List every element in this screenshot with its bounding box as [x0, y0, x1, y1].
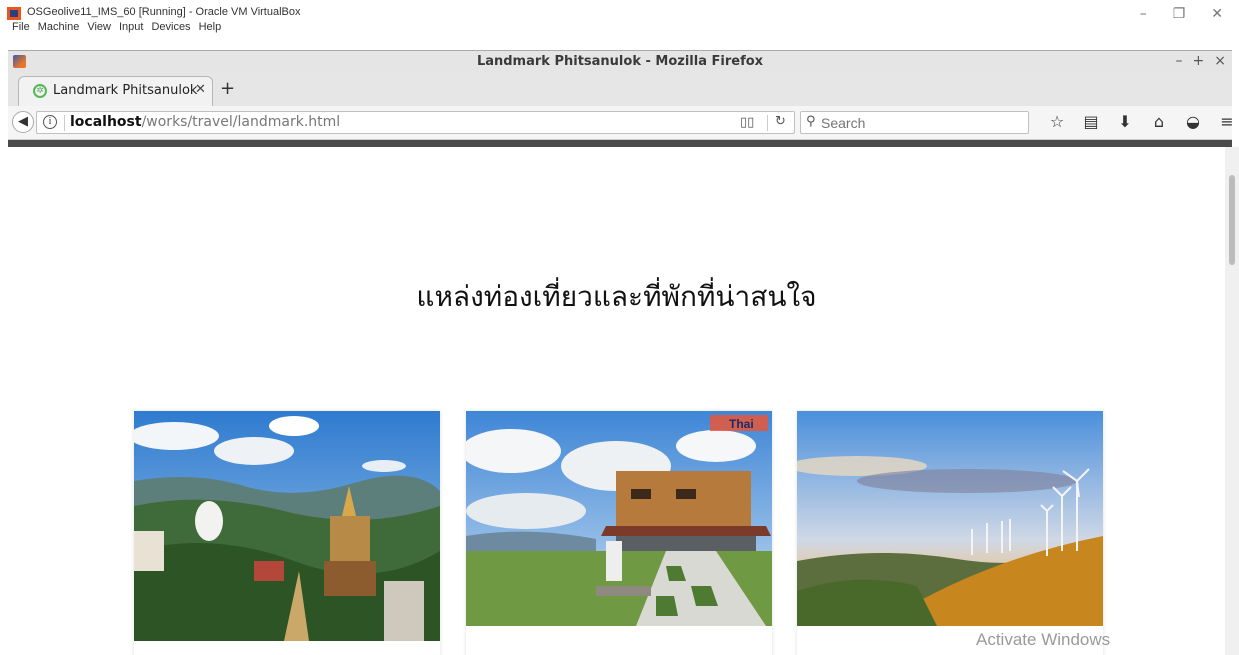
bookmark-star-icon[interactable]: ☆ [1040, 112, 1074, 131]
menu-view[interactable]: View [87, 21, 111, 33]
menu-devices[interactable]: Devices [151, 21, 190, 33]
search-icon: ⚲ [806, 114, 816, 129]
vbox-window-title: OSGeolive11_IMS_60 [Running] - Oracle VM… [27, 6, 301, 18]
landmark-card[interactable]: Thai [466, 411, 772, 655]
close-icon[interactable]: ✕ [1211, 6, 1223, 22]
page-viewport: แหล่งท่องเที่ยวและที่พักที่น่าสนใจ Thai [8, 147, 1225, 655]
menu-file[interactable]: File [12, 21, 30, 33]
mountain-cafe-photo: Thai [466, 411, 772, 626]
back-arrow-icon[interactable]: ◀ [12, 111, 34, 133]
url-path: /works/travel/landmark.html [141, 114, 341, 130]
minimize-icon[interactable]: – [1176, 53, 1183, 69]
firefox-titlebar: Landmark Phitsanulok - Mozilla Firefox –… [8, 50, 1232, 72]
scrollbar-thumb[interactable] [1229, 175, 1235, 265]
close-icon[interactable]: × [1214, 53, 1226, 69]
maximize-icon[interactable]: + [1193, 53, 1205, 69]
toolbar-icons: ☆ ▤ ⬇ ⌂ ◒ ≡ [1040, 112, 1239, 131]
menu-hamburger-icon[interactable]: ≡ [1210, 112, 1239, 131]
reader-view-icon[interactable]: ▯▯ [740, 115, 754, 130]
restore-icon[interactable]: ❐ [1173, 6, 1186, 22]
vbox-titlebar: OSGeolive11_IMS_60 [Running] - Oracle VM… [0, 0, 1239, 34]
landmark-card[interactable] [797, 411, 1103, 655]
page-scrollbar[interactable] [1225, 147, 1239, 655]
menu-machine[interactable]: Machine [38, 21, 80, 33]
wind-turbines-hill-photo [797, 411, 1103, 626]
tab-close-icon[interactable]: ✕ [195, 82, 206, 97]
url-divider [64, 115, 65, 131]
temple-on-mountain-photo [134, 411, 440, 641]
pocket-icon[interactable]: ◒ [1176, 112, 1210, 131]
nav-bar: ◀ i localhost/works/travel/landmark.html… [8, 106, 1234, 140]
home-icon[interactable]: ⌂ [1142, 112, 1176, 131]
firefox-window-title: Landmark Phitsanulok - Mozilla Firefox [476, 54, 764, 69]
search-input[interactable] [821, 113, 1021, 132]
vbox-menubar: File Machine View Input Devices Help [12, 21, 221, 33]
tab-landmark[interactable]: ✲ Landmark Phitsanulok ✕ [18, 76, 213, 106]
menu-input[interactable]: Input [119, 21, 143, 33]
virtualbox-icon [7, 7, 21, 20]
page-heading: แหล่งท่องเที่ยวและที่พักที่น่าสนใจ [416, 280, 817, 313]
search-bar[interactable]: ⚲ [800, 111, 1029, 134]
reload-icon[interactable]: ↻ [775, 114, 786, 129]
tab-label: Landmark Phitsanulok [53, 83, 198, 98]
tab-bar: ✲ Landmark Phitsanulok ✕ + [8, 72, 1232, 106]
card-watermark: Thai [729, 417, 754, 431]
new-tab-icon[interactable]: + [220, 78, 235, 99]
landmark-card[interactable] [134, 411, 440, 655]
url-divider [767, 115, 768, 131]
bookmarks-library-icon[interactable]: ▤ [1074, 112, 1108, 131]
url-bar[interactable]: i localhost/works/travel/landmark.html ▯… [36, 111, 795, 134]
site-info-icon[interactable]: i [43, 115, 57, 129]
minimize-icon[interactable]: – [1140, 6, 1147, 22]
firefox-window-controls: – + × [1176, 53, 1226, 69]
url-host: localhost [70, 114, 142, 130]
activate-windows-watermark: Activate Windows [976, 630, 1111, 649]
vbox-window-controls: – ❐ ✕ [1140, 6, 1223, 22]
url-text[interactable]: localhost/works/travel/landmark.html [70, 114, 340, 130]
content-top-border [8, 140, 1232, 147]
menu-help[interactable]: Help [199, 21, 222, 33]
downloads-icon[interactable]: ⬇ [1108, 112, 1142, 131]
tab-favicon-icon: ✲ [33, 84, 47, 98]
